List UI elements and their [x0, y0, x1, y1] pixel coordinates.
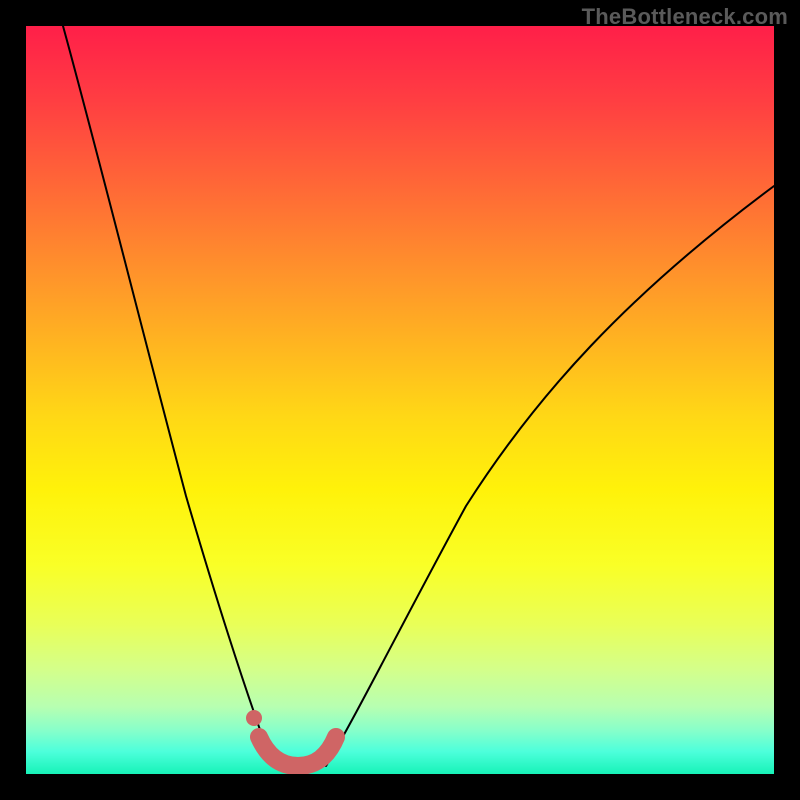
marker-trough-icon	[259, 737, 336, 766]
right-curve	[326, 186, 774, 766]
left-curve	[63, 26, 273, 766]
watermark-text: TheBottleneck.com	[582, 4, 788, 30]
marker-dot-icon	[246, 710, 262, 726]
plot-area	[26, 26, 774, 774]
outer-frame: TheBottleneck.com	[0, 0, 800, 800]
curve-layer	[26, 26, 774, 774]
